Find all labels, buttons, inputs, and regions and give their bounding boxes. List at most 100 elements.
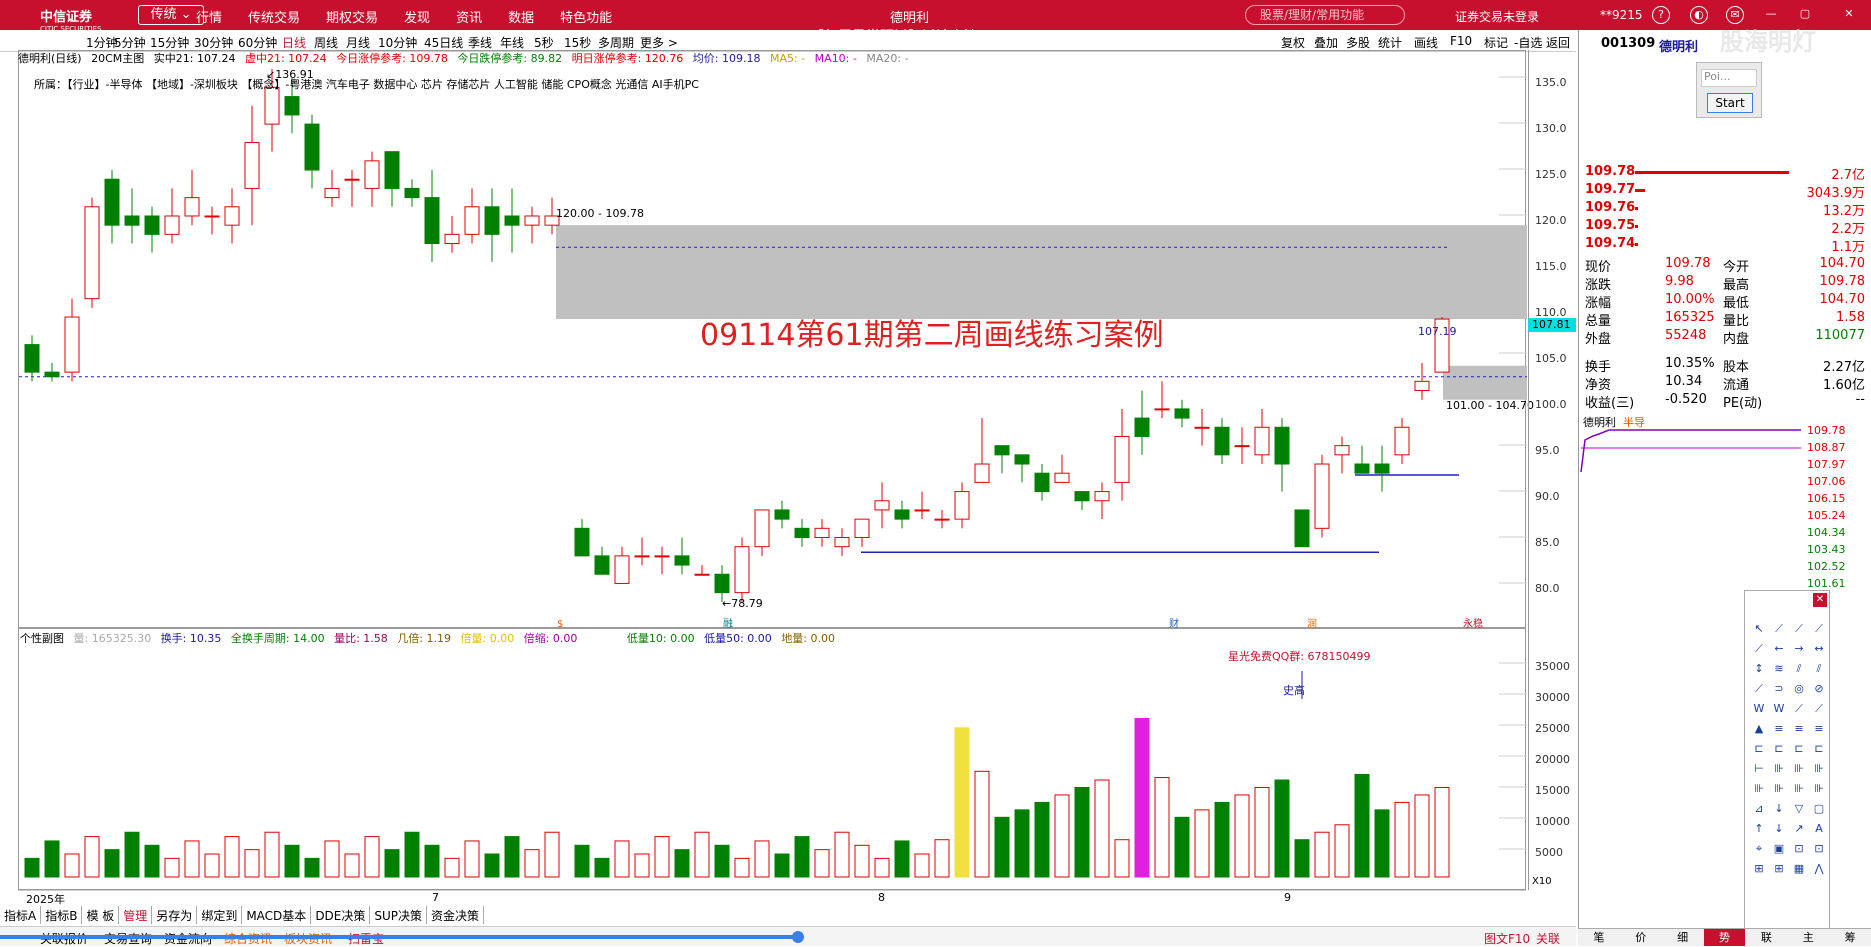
tab-period[interactable]: 5分钟 bbox=[114, 34, 146, 51]
draw-tool-icon[interactable]: ↗ bbox=[1789, 819, 1809, 839]
draw-tool-icon[interactable]: ≡ bbox=[1809, 719, 1829, 739]
tab-period[interactable]: 日线 bbox=[282, 34, 306, 51]
draw-tool-icon[interactable]: ▲ bbox=[1749, 719, 1769, 739]
indicator-tab[interactable]: 绑定到 bbox=[197, 906, 243, 924]
tab-period[interactable]: 10分钟 bbox=[378, 34, 417, 51]
draw-tool-icon[interactable]: ↖ bbox=[1749, 619, 1769, 639]
tab-period[interactable]: 15秒 bbox=[564, 34, 591, 51]
draw-tool-icon[interactable]: ⊡ bbox=[1789, 839, 1809, 859]
draw-tool-icon[interactable]: ≋ bbox=[1769, 659, 1789, 679]
draw-tool-icon[interactable]: ↓ bbox=[1769, 799, 1789, 819]
toolbar-button[interactable]: 统计 bbox=[1378, 34, 1402, 51]
tab-period[interactable]: 15分钟 bbox=[150, 34, 189, 51]
menu-item[interactable]: 资讯 bbox=[456, 7, 482, 26]
progress-handle[interactable] bbox=[792, 931, 804, 943]
panel-tab[interactable]: 联 bbox=[1745, 929, 1787, 946]
draw-tool-icon[interactable]: ⊪ bbox=[1789, 759, 1809, 779]
draw-tool-icon[interactable]: ↕ bbox=[1749, 659, 1769, 679]
tab-period[interactable]: 多周期 bbox=[598, 34, 634, 51]
indicator-tab[interactable]: 管理 bbox=[119, 906, 153, 924]
draw-tool-icon[interactable]: ▽ bbox=[1789, 799, 1809, 819]
toolbar-button[interactable]: -自选 bbox=[1514, 34, 1542, 51]
draw-tool-icon[interactable]: W bbox=[1769, 699, 1789, 719]
status-link[interactable]: 图文F10 bbox=[1484, 930, 1530, 947]
indicator-tab[interactable]: 资金决策 bbox=[427, 906, 485, 924]
draw-tool-icon[interactable]: ↓ bbox=[1769, 819, 1789, 839]
draw-tool-icon[interactable]: ⊪ bbox=[1749, 779, 1769, 799]
sub-title[interactable]: 个性副图 bbox=[20, 632, 64, 645]
indicator-tab[interactable]: 模 板 bbox=[82, 906, 120, 924]
tab-period[interactable]: 更多 > bbox=[640, 34, 678, 51]
draw-tool-icon[interactable]: ⟋ bbox=[1809, 699, 1829, 719]
draw-tool-icon[interactable]: ⟋ bbox=[1769, 619, 1789, 639]
menu-item[interactable]: 行情 bbox=[196, 7, 222, 26]
tab-period[interactable]: 60分钟 bbox=[238, 34, 277, 51]
draw-tool-icon[interactable]: ⊏ bbox=[1769, 739, 1789, 759]
toolbar-button[interactable]: F10 bbox=[1450, 34, 1472, 48]
panel-tab[interactable]: 价 bbox=[1620, 929, 1662, 946]
draw-tool-icon[interactable]: ≡ bbox=[1769, 719, 1789, 739]
intraday-chart[interactable]: 德明利 半导 109.78 108.87 107.97 107.06 106.15 105… bbox=[1579, 412, 1871, 590]
start-button[interactable]: Start bbox=[1707, 93, 1753, 113]
draw-tool-icon[interactable]: ≡ bbox=[1789, 719, 1809, 739]
panel-tab[interactable]: 势 bbox=[1703, 929, 1746, 946]
indicator-tab[interactable]: DDE决策 bbox=[311, 906, 371, 924]
draw-tool-icon[interactable]: ⊞ bbox=[1769, 859, 1789, 879]
draw-tool-icon[interactable]: ← bbox=[1769, 639, 1789, 659]
tab-period[interactable]: 45日线 bbox=[424, 34, 463, 51]
indicator-name[interactable]: 20CM主图 bbox=[91, 52, 144, 65]
tab-period[interactable]: 年线 bbox=[500, 34, 524, 51]
draw-tool-icon[interactable]: ▢ bbox=[1809, 799, 1829, 819]
draw-tool-icon[interactable]: ⟋ bbox=[1749, 639, 1769, 659]
search-input[interactable]: 股票/理财/常用功能 bbox=[1245, 5, 1405, 25]
draw-tool-icon[interactable]: W bbox=[1749, 699, 1769, 719]
toolbar-button[interactable]: 复权 bbox=[1281, 34, 1305, 51]
draw-tool-icon[interactable]: ⊃ bbox=[1769, 679, 1789, 699]
account-status[interactable]: 证券交易未登录 bbox=[1455, 8, 1539, 25]
draw-tool-icon[interactable]: ⊢ bbox=[1749, 759, 1769, 779]
draw-tool-icon[interactable]: ⊪ bbox=[1789, 779, 1809, 799]
draw-tool-icon[interactable]: ⊞ bbox=[1749, 859, 1769, 879]
skin-icon[interactable]: ◐ bbox=[1690, 6, 1708, 24]
draw-tool-icon[interactable]: ⊪ bbox=[1769, 779, 1789, 799]
draw-tool-icon[interactable]: ⟋ bbox=[1809, 619, 1829, 639]
user-id[interactable]: **9215 bbox=[1600, 8, 1643, 22]
panel-tab[interactable]: 笔 bbox=[1578, 929, 1620, 946]
draw-tool-icon[interactable]: ⟋ bbox=[1749, 679, 1769, 699]
draw-tool-icon[interactable]: ⊏ bbox=[1789, 739, 1809, 759]
toolbar-button[interactable]: 标记 bbox=[1484, 34, 1508, 51]
draw-tool-icon[interactable]: ▣ bbox=[1769, 839, 1789, 859]
draw-tool-icon[interactable]: ⊏ bbox=[1749, 739, 1769, 759]
draw-tool-icon[interactable]: A bbox=[1809, 819, 1829, 839]
draw-tool-icon[interactable]: ⊏ bbox=[1809, 739, 1829, 759]
tab-period[interactable]: 5秒 bbox=[534, 34, 554, 51]
draw-tool-icon[interactable]: → bbox=[1789, 639, 1809, 659]
draw-tool-icon[interactable]: ⟋ bbox=[1789, 699, 1809, 719]
draw-tool-icon[interactable]: ⊡ bbox=[1809, 839, 1829, 859]
indicator-tab[interactable]: 指标B bbox=[41, 906, 83, 924]
menu-item[interactable]: 特色功能 bbox=[560, 7, 612, 26]
indicator-tab[interactable]: MACD基本 bbox=[242, 906, 312, 924]
draw-tool-icon[interactable]: ⋀ bbox=[1809, 859, 1829, 879]
menu-item[interactable]: 传统交易 bbox=[248, 7, 300, 26]
tab-period[interactable]: 周线 bbox=[314, 34, 338, 51]
video-progress[interactable] bbox=[0, 935, 800, 939]
help-icon[interactable]: ? bbox=[1652, 6, 1670, 24]
panel-tab[interactable]: 主 bbox=[1787, 929, 1829, 946]
popup-input[interactable]: Poi... bbox=[1701, 69, 1757, 87]
draw-tool-icon[interactable]: ⊿ bbox=[1749, 799, 1769, 819]
draw-tool-icon[interactable]: ⊪ bbox=[1809, 779, 1829, 799]
mode-dropdown[interactable]: 传统 ⌄ bbox=[138, 5, 204, 25]
toolbar-button[interactable]: 叠加 bbox=[1314, 34, 1338, 51]
toolbar-button[interactable]: 画线 bbox=[1414, 34, 1438, 51]
indicator-tab[interactable]: SUP决策 bbox=[370, 906, 428, 924]
draw-tool-icon[interactable]: ↑ bbox=[1749, 819, 1769, 839]
tab-period[interactable]: 月线 bbox=[346, 34, 370, 51]
panel-tab[interactable]: 细 bbox=[1662, 929, 1704, 946]
draw-tool-icon[interactable]: ⊪ bbox=[1809, 759, 1829, 779]
close-icon[interactable]: ✕ bbox=[1813, 593, 1827, 607]
status-link[interactable]: 关联 bbox=[1536, 930, 1560, 947]
draw-tool-icon[interactable]: ⫽ bbox=[1809, 659, 1829, 679]
draw-tool-icon[interactable]: ⊪ bbox=[1769, 759, 1789, 779]
draw-tool-icon[interactable]: ⫽ bbox=[1789, 659, 1809, 679]
